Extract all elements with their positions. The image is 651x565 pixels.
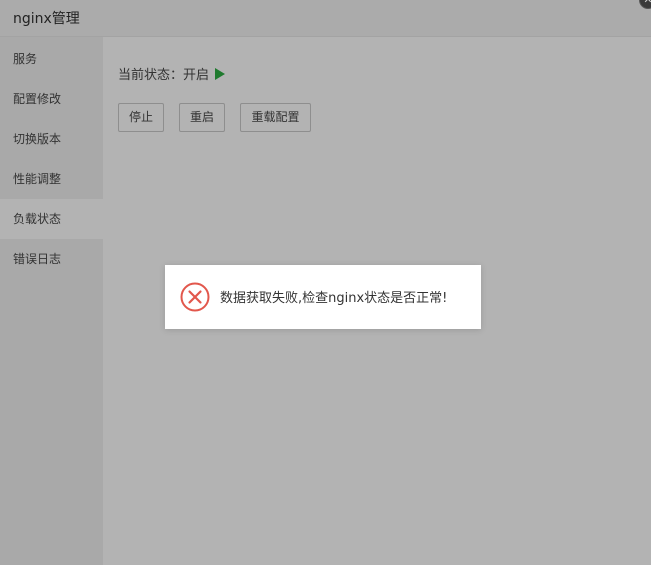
sidebar-item-config-edit[interactable]: 配置修改 — [0, 79, 103, 119]
sidebar-item-performance[interactable]: 性能调整 — [0, 159, 103, 199]
status-label: 当前状态：开启 — [118, 68, 210, 83]
sidebar-item-error-log[interactable]: 错误日志 — [0, 239, 103, 279]
reload-config-button[interactable]: 重载配置 — [240, 103, 311, 132]
sidebar: 服务 配置修改 切换版本 性能调整 负载状态 错误日志 — [0, 37, 103, 565]
sidebar-item-service[interactable]: 服务 — [0, 39, 103, 79]
toast-message: 数据获取失败,检查nginx状态是否正常! — [220, 291, 448, 306]
restart-button[interactable]: 重启 — [179, 103, 225, 132]
window-title: nginx管理 — [13, 11, 80, 27]
sidebar-item-load-status[interactable]: 负载状态 — [0, 199, 103, 239]
stop-button[interactable]: 停止 — [118, 103, 164, 132]
sidebar-item-switch-version[interactable]: 切换版本 — [0, 119, 103, 159]
titlebar: nginx管理 ✕ — [0, 0, 651, 37]
error-circle-icon — [180, 282, 210, 312]
service-status: 当前状态：开启 — [118, 64, 226, 83]
error-toast: 数据获取失败,检查nginx状态是否正常! — [165, 265, 481, 329]
nginx-manager-window: nginx管理 ✕ 服务 配置修改 切换版本 性能调整 负载状态 错误日志 当前… — [0, 0, 651, 565]
close-icon[interactable]: ✕ — [639, 0, 651, 9]
play-icon — [215, 67, 226, 80]
